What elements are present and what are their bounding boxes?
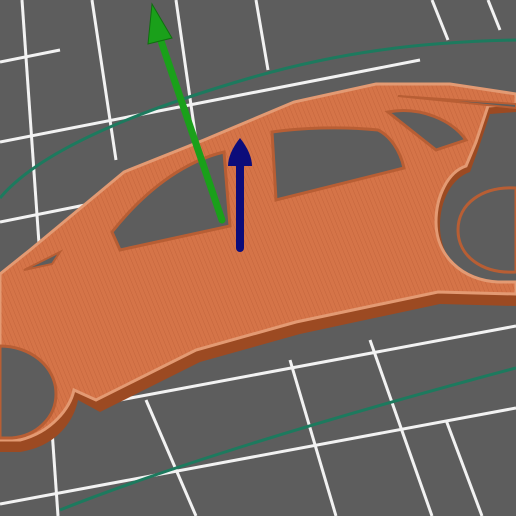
scene-canvas[interactable] [0, 0, 516, 516]
3d-viewport[interactable] [0, 0, 516, 516]
